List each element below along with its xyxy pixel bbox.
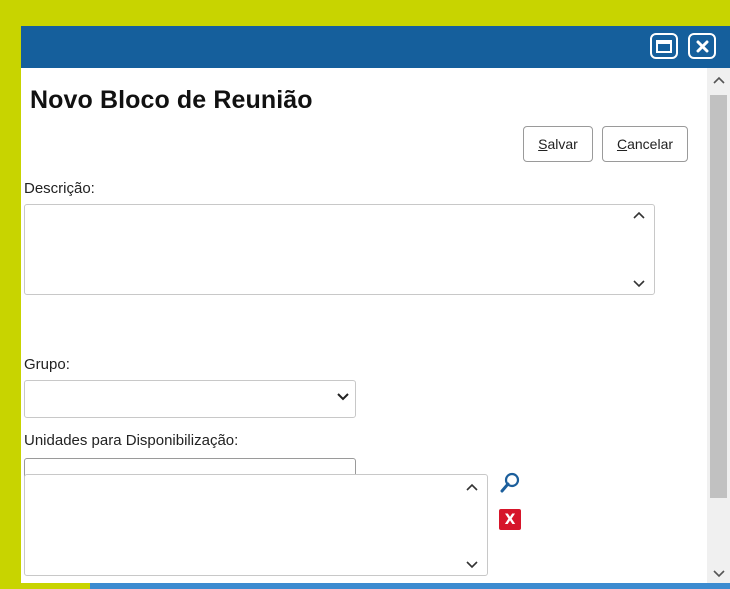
scroll-thumb[interactable] bbox=[710, 95, 727, 498]
search-icon[interactable] bbox=[499, 472, 521, 494]
save-label-rest: alvar bbox=[547, 136, 578, 152]
chevron-up-icon bbox=[633, 211, 645, 219]
dialog-scrollbar[interactable] bbox=[707, 68, 730, 583]
cancel-button[interactable]: Cancelar bbox=[602, 126, 688, 162]
scroll-up-arrow[interactable] bbox=[711, 72, 726, 87]
units-list[interactable] bbox=[24, 474, 488, 576]
close-icon bbox=[696, 40, 708, 52]
close-button[interactable] bbox=[688, 33, 716, 59]
description-scroll-down[interactable] bbox=[632, 277, 646, 291]
dialog-titlebar bbox=[21, 26, 730, 68]
page-title: Novo Bloco de Reunião bbox=[30, 86, 313, 114]
chevron-down-icon bbox=[633, 280, 645, 288]
window-maximize-icon bbox=[656, 39, 672, 53]
units-list-scroll-down[interactable] bbox=[465, 558, 479, 572]
group-select[interactable] bbox=[24, 380, 356, 418]
units-list-scroll-up[interactable] bbox=[465, 480, 479, 494]
chevron-down-icon bbox=[712, 569, 725, 577]
remove-icon[interactable]: X bbox=[499, 509, 521, 530]
dialog-content: Novo Bloco de Reunião Salvar Cancelar De… bbox=[21, 68, 707, 583]
chevron-down-icon bbox=[466, 561, 478, 569]
save-button[interactable]: Salvar bbox=[523, 126, 593, 162]
description-label: Descrição: bbox=[24, 180, 95, 197]
maximize-button[interactable] bbox=[650, 33, 678, 59]
description-textarea[interactable] bbox=[24, 204, 655, 295]
group-label: Grupo: bbox=[24, 356, 70, 373]
scroll-down-arrow[interactable] bbox=[711, 566, 726, 581]
chevron-down-icon bbox=[337, 393, 349, 401]
chevron-up-icon bbox=[466, 483, 478, 491]
chevron-up-icon bbox=[712, 76, 725, 84]
cancel-label-rest: ancelar bbox=[627, 136, 674, 152]
cancel-access-key: C bbox=[616, 136, 628, 152]
bottom-border-strip bbox=[90, 583, 730, 589]
units-label: Unidades para Disponibilização: bbox=[24, 432, 239, 449]
new-meeting-block-dialog: Novo Bloco de Reunião Salvar Cancelar De… bbox=[21, 26, 730, 583]
description-scroll-up[interactable] bbox=[632, 208, 646, 222]
